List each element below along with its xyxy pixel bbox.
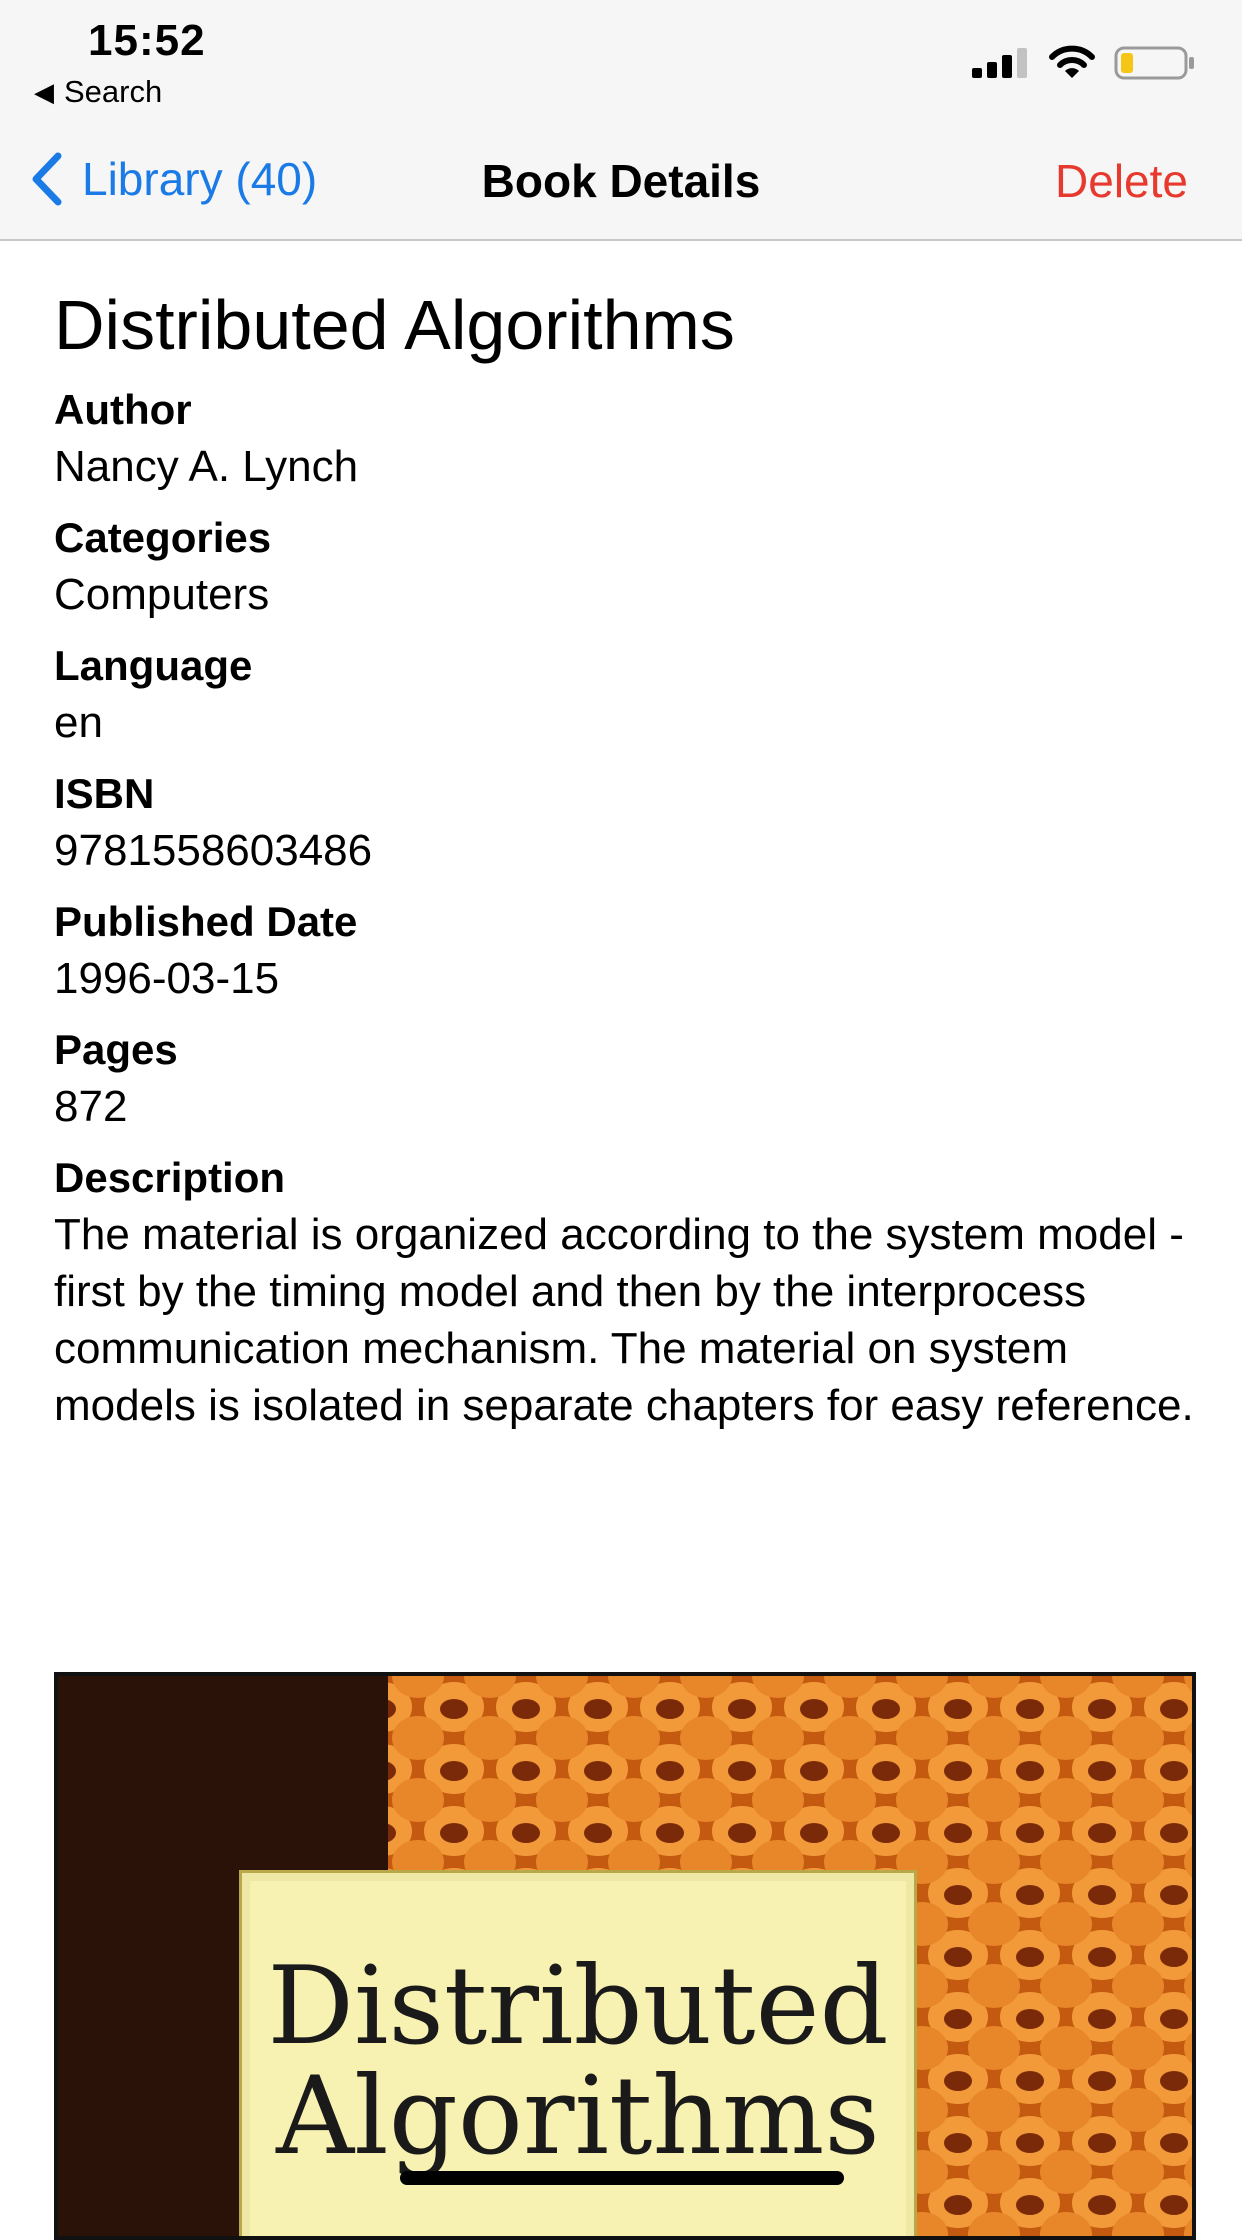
pages-field: Pages 872 — [54, 1022, 1194, 1136]
field-label: Author — [54, 386, 192, 433]
book-details-content: Distributed Algorithms Author Nancy A. L… — [54, 240, 1194, 1448]
field-value: 9781558603486 — [54, 826, 373, 875]
field-value: 1996-03-15 — [54, 954, 280, 1003]
home-indicator[interactable] — [400, 2171, 844, 2185]
back-to-search-button[interactable]: ◀ Search — [34, 74, 162, 110]
isbn-field: ISBN 9781558603486 — [54, 766, 1194, 880]
cover-title-line: Distributed — [267, 1944, 889, 2069]
status-bar: 15:52 ◀ Search — [0, 0, 1242, 120]
battery-fill — [1121, 53, 1133, 73]
field-value: Nancy A. Lynch — [54, 442, 359, 491]
delete-button[interactable]: Delete — [1055, 154, 1188, 208]
battery-icon — [1114, 46, 1194, 80]
back-to-search-label: Search — [64, 74, 163, 109]
back-triangle-icon: ◀ — [34, 76, 54, 107]
field-value: en — [54, 698, 103, 747]
field-label: ISBN — [54, 770, 155, 817]
description-field: Description The material is organized ac… — [54, 1150, 1194, 1434]
navigation-bar: Library (40) Book Details Delete — [0, 120, 1242, 241]
description-text: The material is organized according to t… — [54, 1210, 1194, 1430]
published-date-field: Published Date 1996-03-15 — [54, 894, 1194, 1008]
book-title: Distributed Algorithms — [54, 286, 735, 364]
field-value: Computers — [54, 570, 270, 619]
status-time: 15:52 — [88, 16, 206, 65]
field-label: Language — [54, 642, 253, 689]
field-value: 872 — [54, 1082, 128, 1131]
categories-field: Categories Computers — [54, 510, 1194, 624]
wifi-icon — [1049, 45, 1095, 78]
field-label: Pages — [54, 1026, 178, 1073]
field-label: Categories — [54, 514, 272, 561]
author-field: Author Nancy A. Lynch — [54, 382, 1194, 496]
book-cover-image: Distributed Algorithms — [54, 1672, 1196, 2240]
cover-title-line: Algorithms — [276, 2054, 880, 2179]
cellular-signal-icon — [972, 48, 1027, 78]
field-label: Published Date — [54, 898, 358, 945]
description-label: Description — [54, 1154, 286, 1201]
language-field: Language en — [54, 638, 1194, 752]
